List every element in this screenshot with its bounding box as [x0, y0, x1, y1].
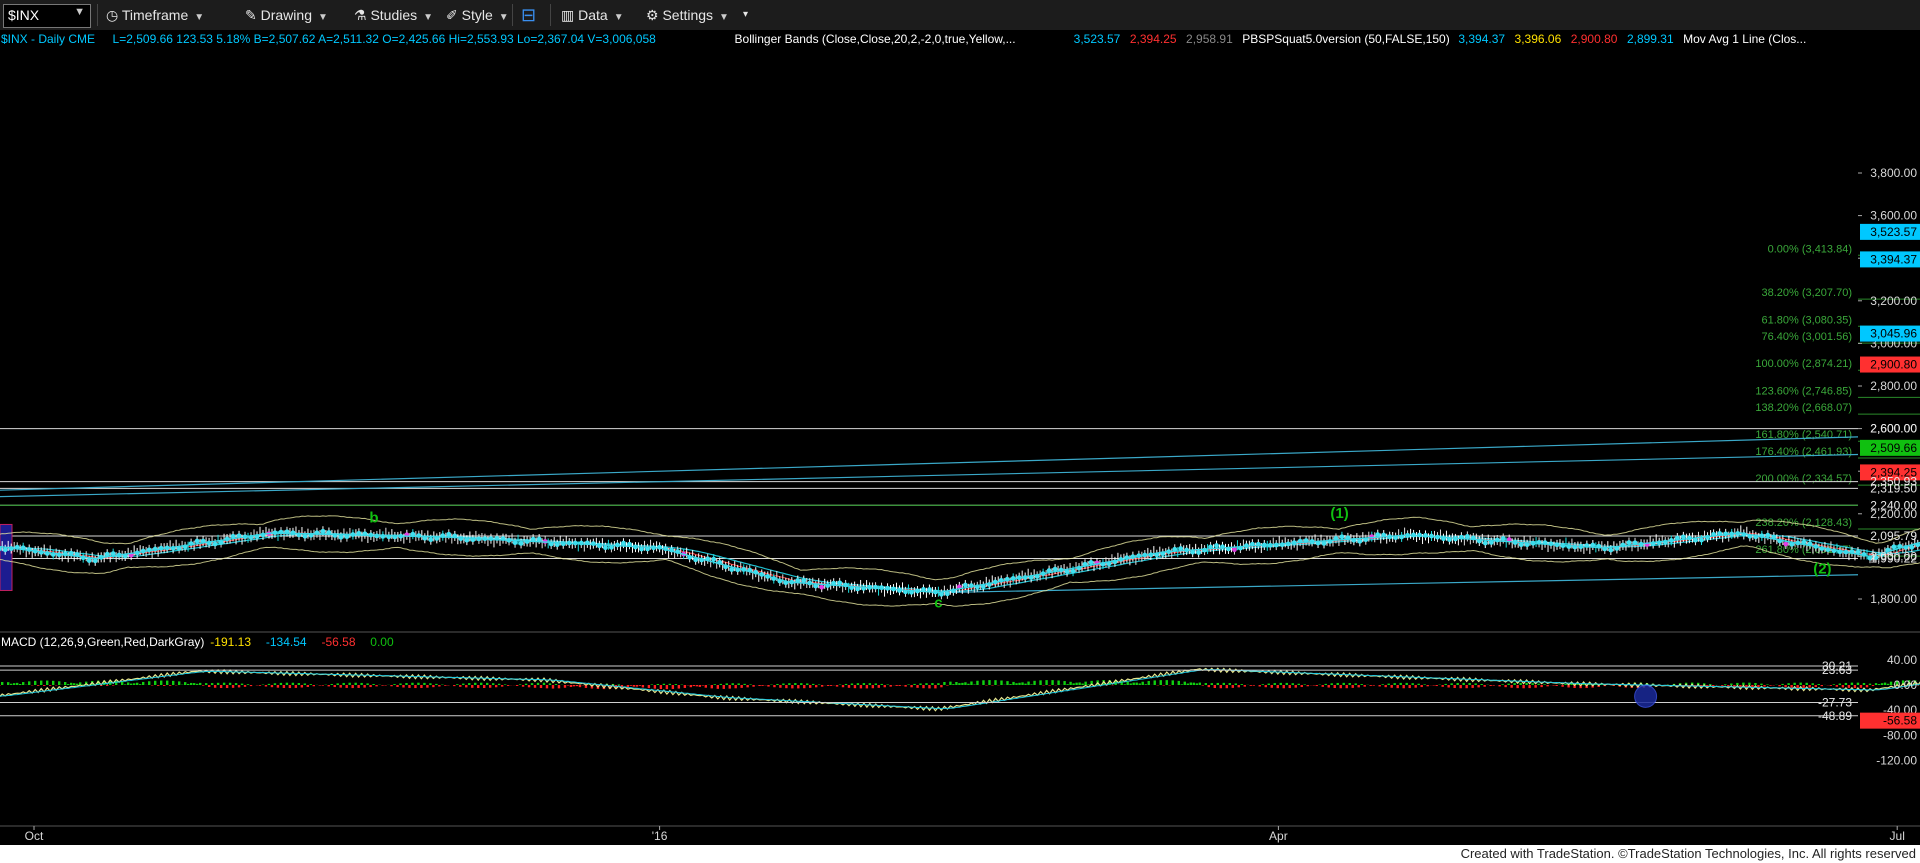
fib-level-label: 100.00% (2,874.21) [1755, 358, 1852, 370]
price-marker [1626, 540, 1632, 545]
price-marker [602, 545, 608, 551]
style-menu[interactable]: ✐ Style ▼ [446, 5, 509, 25]
fib-level-label: 0.00% (3,413.84) [1768, 243, 1852, 255]
symbol-value: $INX [8, 7, 40, 23]
symbol-input[interactable]: $INX ▼ [3, 4, 91, 28]
price-marker [1783, 541, 1789, 547]
caret-down-icon: ▼ [194, 12, 205, 23]
fib-level-label: 123.60% (2,746.85) [1755, 385, 1852, 397]
caret-down-icon: ▼ [498, 12, 509, 23]
price-marker [837, 580, 843, 586]
price-marker [1423, 533, 1428, 538]
price-marker [518, 541, 524, 546]
toolbar-divider [512, 4, 513, 26]
price-marker [1482, 540, 1488, 546]
drawing-menu[interactable]: ✎ Drawing ▼ [245, 5, 328, 25]
price-marker [1196, 550, 1202, 555]
price-marker [1214, 543, 1219, 548]
price-marker [1699, 537, 1704, 543]
chart-toolbar: $INX ▼ ◷ Timeframe ▼ ✎ Drawing ▼ ⚗ Studies… [0, 0, 1920, 31]
price-marker [1339, 534, 1345, 540]
price-marker [1608, 547, 1614, 553]
price-marker [1464, 534, 1470, 539]
left-edge-box [0, 523, 13, 591]
drawing-label: Drawing [260, 7, 312, 23]
caret-down-icon: ▼ [423, 12, 434, 23]
style-label: Style [461, 7, 493, 23]
price-marker [1279, 542, 1285, 548]
price-marker [1357, 538, 1363, 544]
price-marker [332, 533, 338, 538]
chart-area[interactable]: .382 retrace of wave 3LONG TERM SUPPORT0… [0, 30, 1920, 845]
price-marker [194, 538, 200, 544]
layout-icon[interactable]: ⊟ [521, 5, 536, 25]
price-marker [446, 531, 452, 537]
fib-level-label: 61.80% (3,080.35) [1761, 314, 1852, 326]
brush-icon: ✐ [446, 7, 458, 23]
fib-level-label: 238.20% (2,128.43) [1755, 517, 1852, 529]
settings-label: Settings [662, 7, 714, 23]
price-marker [1500, 536, 1506, 541]
data-menu[interactable]: ▥ Data ▼ [561, 5, 624, 25]
caret-down-icon: ▼ [317, 12, 328, 23]
studies-menu[interactable]: ⚗ Studies ▼ [354, 5, 433, 25]
flask-icon: ⚗ [354, 7, 367, 23]
gear-icon: ⚙ [646, 7, 659, 23]
price-marker [86, 558, 92, 563]
toolbar-divider [550, 4, 551, 26]
pencil-icon: ✎ [245, 7, 257, 23]
caret-down-icon: ▼ [613, 12, 624, 23]
price-marker [302, 533, 308, 539]
settings-menu[interactable]: ⚙ Settings ▼ [646, 5, 729, 25]
price-marker [536, 536, 542, 542]
chart-background [0, 30, 1920, 845]
clock-icon: ◷ [106, 7, 119, 23]
price-marker [711, 556, 717, 562]
symbol-dropdown-icon[interactable]: ▼ [74, 6, 85, 18]
price-marker [1273, 542, 1279, 548]
overflow-caret-icon[interactable]: ▾ [743, 5, 748, 25]
timeframe-menu[interactable]: ◷ Timeframe ▼ [106, 5, 204, 25]
timeframe-label: Timeframe [121, 7, 189, 23]
price-marker [320, 528, 326, 534]
fib-level-label: 200.00% (2,334.57) [1755, 473, 1852, 485]
caret-down-icon: ▼ [719, 12, 729, 23]
studies-label: Studies [370, 7, 418, 23]
price-marker [819, 584, 825, 590]
price-marker [428, 537, 434, 543]
price-marker [1070, 568, 1076, 574]
price-marker [416, 533, 422, 539]
toolbar-divider [97, 4, 98, 26]
price-marker [621, 540, 626, 546]
fib-level-label: 38.20% (3,207.70) [1761, 287, 1852, 299]
data-label: Data [578, 7, 608, 23]
price-marker [578, 540, 584, 546]
bar-chart-icon: ▥ [561, 7, 575, 23]
price-marker [615, 542, 620, 548]
price-marker [338, 534, 344, 540]
price-marker [212, 541, 218, 547]
fib-level-label: 138.20% (2,668.07) [1755, 402, 1852, 414]
price-marker [944, 591, 950, 597]
price-marker [1417, 532, 1422, 538]
fib-level-label: 76.40% (3,001.56) [1761, 331, 1852, 343]
